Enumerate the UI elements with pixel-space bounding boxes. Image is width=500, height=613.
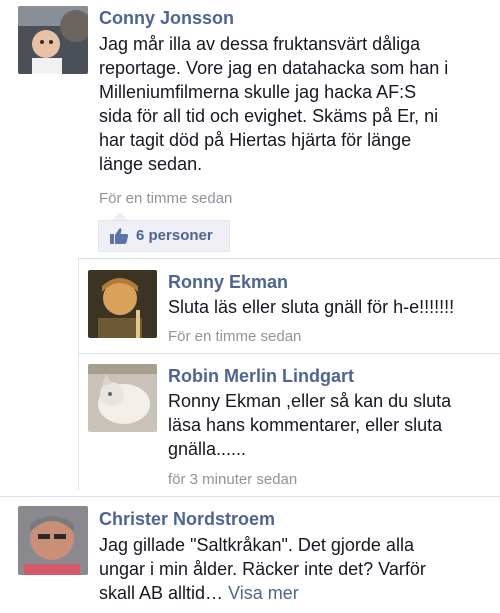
avatar-image xyxy=(88,364,157,432)
likes-button[interactable]: 6 personer xyxy=(98,220,230,252)
avatar-robin-merlin-lindgart[interactable] xyxy=(88,364,157,432)
comment-text: Jag gillade "Saltkråkan". Det gjorde all… xyxy=(99,535,426,603)
avatar-image xyxy=(88,270,157,338)
reply-timestamp: För en timme sedan xyxy=(168,328,302,345)
comment-timestamp: För en timme sedan xyxy=(99,190,233,207)
reply-text: Sluta läs eller sluta gnäll för h-e!!!!!… xyxy=(168,297,455,317)
reply-text: Ronny Ekman ,eller så kan du sluta läsa … xyxy=(168,391,452,459)
comment-author-name[interactable]: Conny Jonsson xyxy=(99,8,234,29)
reply-timestamp: för 3 minuter sedan xyxy=(168,471,298,488)
thumbs-up-icon xyxy=(109,227,129,245)
comment-divider xyxy=(0,496,500,497)
reply-author-name[interactable]: Ronny Ekman xyxy=(168,272,288,293)
comment-author-name[interactable]: Christer Nordstroem xyxy=(99,509,275,530)
likes-count: 6 personer xyxy=(136,227,213,244)
see-more-link[interactable]: Visa mer xyxy=(228,583,299,603)
avatar-christer-nordstroem[interactable] xyxy=(18,506,88,575)
like-box-pointer xyxy=(112,212,128,220)
avatar-ronny-ekman[interactable] xyxy=(88,270,157,338)
avatar-image xyxy=(18,6,88,74)
reply-divider xyxy=(78,353,500,354)
avatar-conny-jonsson[interactable] xyxy=(18,6,88,74)
reply-author-name[interactable]: Robin Merlin Lindgart xyxy=(168,366,354,387)
reply-thread-line xyxy=(78,258,79,490)
avatar-image xyxy=(18,506,88,575)
reply-divider xyxy=(78,258,500,259)
comment-text: Jag mår illa av dessa fruktansvärt dålig… xyxy=(99,34,449,174)
